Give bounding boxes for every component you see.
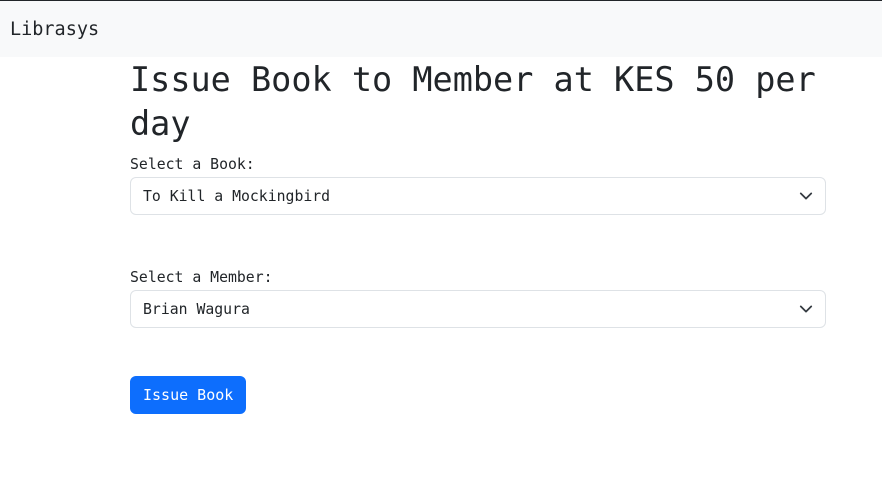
book-label: Select a Book: [130, 156, 255, 173]
brand-link[interactable]: Librasys [10, 19, 99, 40]
member-select[interactable]: Brian Wagura [130, 290, 826, 328]
issue-book-button[interactable]: Issue Book [130, 376, 247, 414]
chevron-down-icon [799, 305, 813, 313]
issue-form: Issue Book to Member at KES 50 per day S… [130, 57, 826, 414]
chevron-down-icon [799, 192, 813, 200]
book-select[interactable]: To Kill a Mockingbird [130, 177, 826, 215]
page-title: Issue Book to Member at KES 50 per day [130, 60, 816, 143]
book-selected-value: To Kill a Mockingbird [143, 187, 331, 205]
navbar: Librasys [0, 1, 882, 57]
member-label: Select a Member: [130, 269, 273, 286]
member-selected-value: Brian Wagura [143, 300, 250, 318]
